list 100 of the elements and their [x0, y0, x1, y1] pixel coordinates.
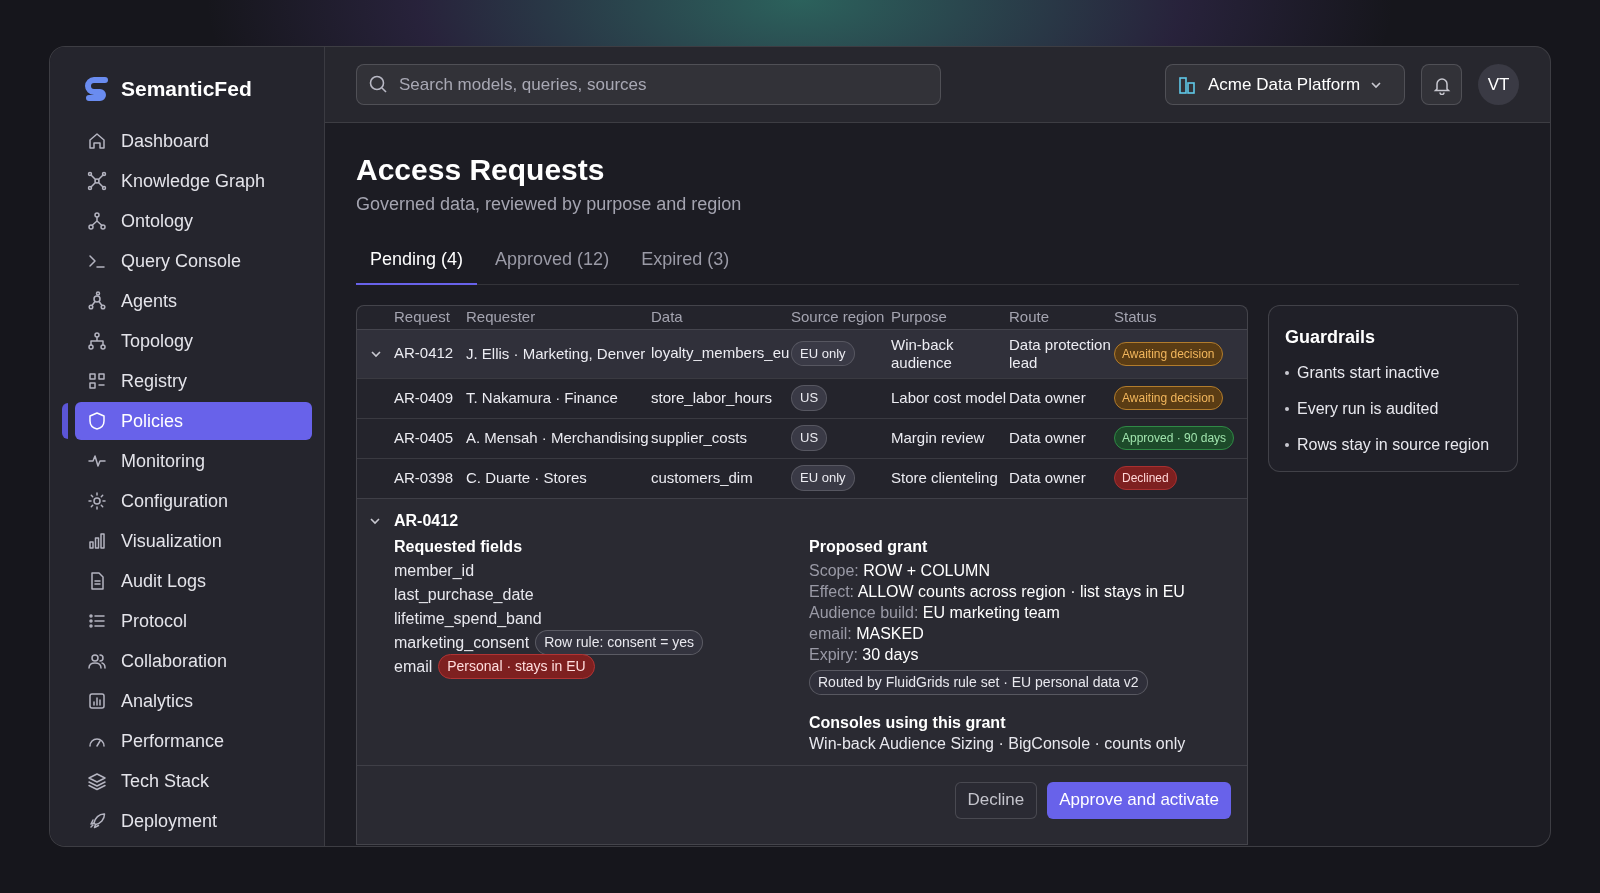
- home-icon: [87, 131, 107, 151]
- detail-toggle[interactable]: AR-0412: [357, 508, 459, 533]
- section-title: Proposed grant: [809, 536, 929, 557]
- sidebar-item[interactable]: Ontology: [75, 202, 312, 240]
- sidebar-item[interactable]: Visualization: [75, 522, 312, 560]
- column-header: Source region: [791, 307, 886, 327]
- table-cell-text: J. Ellis · Marketing, Denver: [466, 344, 647, 363]
- shield-icon: [87, 411, 107, 431]
- sidebar-item[interactable]: Performance: [75, 722, 312, 760]
- grant-detail: Effect: ALLOW counts across region · list stays in EU: [809, 581, 1186, 601]
- search-icon: [368, 74, 388, 94]
- sidebar-item[interactable]: Protocol: [75, 602, 312, 640]
- sidebar-item[interactable]: Analytics: [75, 682, 312, 720]
- field-name: lifetime_spend_band: [394, 608, 542, 629]
- card-title: Guardrails: [1285, 326, 1377, 349]
- network-icon: [87, 291, 107, 311]
- consoles-text: Win-back Audience Sizing · BigConsole · counts only: [809, 733, 1186, 753]
- section-title: Consoles using this grant: [809, 712, 1007, 732]
- hierarchy-icon: [87, 211, 107, 231]
- column-header: Status: [1114, 307, 1158, 327]
- table-cell-text: loyalty_members_eu: [651, 343, 791, 364]
- field-name: member_id: [394, 560, 475, 581]
- sidebar-item[interactable]: Knowledge Graph: [75, 162, 312, 200]
- rocket-icon: [87, 811, 107, 831]
- sidebar-item[interactable]: Collaboration: [75, 642, 312, 680]
- sidebar-item[interactable]: Configuration: [75, 482, 312, 520]
- sidebar-item[interactable]: Monitoring: [75, 442, 312, 480]
- table-cell-text: Store clienteling: [891, 469, 999, 487]
- table-row[interactable]: AR-0398 C. Duarte · Stores customers_dim EU only Store clienteling Data owner Declined: [357, 457, 1247, 498]
- brand-name: SemanticFed: [121, 76, 252, 103]
- building-icon: [1178, 74, 1198, 95]
- page-subtitle: Governed data, reviewed by purpose and region: [356, 193, 743, 216]
- table-row[interactable]: AR-0409 T. Nakamura · Finance store_labor_hours US Labor cost model Data owner Awaiting decision: [357, 377, 1247, 418]
- notifications-button[interactable]: [1421, 64, 1462, 105]
- guardrail-item: Grants start inactive: [1297, 363, 1440, 383]
- region-tag: EU only: [791, 340, 855, 367]
- grant-detail: email: MASKED: [809, 623, 925, 643]
- sidebar-item[interactable]: Deployment: [75, 802, 312, 840]
- user-avatar[interactable]: VT: [1478, 64, 1519, 105]
- table-cell-text: C. Duarte · Stores: [466, 469, 588, 487]
- sidebar-item[interactable]: Policies: [75, 402, 312, 440]
- list-icon: [87, 611, 107, 631]
- sidebar-item[interactable]: Audit Logs: [75, 562, 312, 600]
- table-cell-text: AR-0405: [394, 427, 455, 448]
- column-header: Data: [651, 307, 684, 327]
- guardrail-item: Rows stay in source region: [1297, 435, 1490, 455]
- tab[interactable]: Pending (4): [356, 246, 478, 285]
- chart-frame-icon: [87, 691, 107, 711]
- section-title: Requested fields: [394, 536, 524, 557]
- bullet-icon: [1285, 443, 1289, 447]
- table-cell-text: AR-0409: [394, 387, 455, 408]
- workspace-selector[interactable]: Acme Data Platform: [1165, 64, 1405, 105]
- grant-detail: Audience build: EU marketing team: [809, 602, 1061, 622]
- hierarchy-icon: [87, 331, 107, 351]
- status-badge: Declined: [1114, 466, 1177, 490]
- logo-icon: [83, 75, 111, 103]
- table-cell-text: AR-0398: [394, 467, 455, 488]
- table-cell-text: AR-0412: [394, 343, 455, 364]
- grant-detail: Scope: ROW + COLUMN: [809, 560, 991, 580]
- guardrail-item: Every run is audited: [1297, 399, 1439, 419]
- status-badge: Awaiting decision: [1114, 386, 1223, 410]
- grant-detail: Expiry: 30 days: [809, 644, 920, 664]
- column-header: Route: [1009, 307, 1051, 327]
- bar-chart-icon: [87, 531, 107, 551]
- table-cell-text: Data owner: [1009, 469, 1087, 487]
- approve-button[interactable]: Approve and activate: [1047, 781, 1231, 819]
- sidebar-item[interactable]: Dashboard: [75, 122, 312, 160]
- tab[interactable]: Expired (3): [627, 246, 744, 285]
- tab[interactable]: Approved (12): [481, 246, 624, 285]
- layers-icon: [87, 771, 107, 791]
- column-header: Purpose: [891, 307, 948, 327]
- sidebar-item[interactable]: Registry: [75, 362, 312, 400]
- table-cell-text: Data owner: [1009, 389, 1087, 407]
- sidebar-item[interactable]: Agents: [75, 282, 312, 320]
- table-cell-text: Labor cost model: [891, 389, 1008, 407]
- column-header: Request: [394, 307, 451, 327]
- graph-icon: [87, 171, 107, 191]
- table-cell-text: customers_dim: [651, 467, 754, 488]
- field-name: last_purchase_date: [394, 584, 534, 605]
- bullet-icon: [1285, 371, 1289, 375]
- field-tag: Personal · stays in EU: [438, 654, 595, 679]
- grid-icon: [87, 371, 107, 391]
- table-cell-text: T. Nakamura · Finance: [466, 389, 619, 407]
- users-icon: [87, 651, 107, 671]
- region-tag: US: [791, 385, 828, 411]
- sidebar-item[interactable]: Query Console: [75, 242, 312, 280]
- page-title: Access Requests: [356, 152, 606, 188]
- table-cell-text: Data owner: [1009, 429, 1087, 447]
- table-row[interactable]: AR-0405 A. Mensah · Merchandising supplier_costs US Margin review Data owner Approved · 90 days: [357, 417, 1247, 458]
- region-tag: US: [791, 425, 828, 451]
- sidebar-item[interactable]: Topology: [75, 322, 312, 360]
- sidebar-item[interactable]: Tech Stack: [75, 762, 312, 800]
- table-cell-text: supplier_costs: [651, 427, 748, 448]
- settings-icon: [87, 491, 107, 511]
- status-badge: Awaiting decision: [1114, 341, 1223, 366]
- field-tag: Row rule: consent = yes: [535, 630, 703, 655]
- table-cell-text: Margin review: [891, 429, 986, 447]
- decline-button[interactable]: Decline: [954, 781, 1038, 819]
- table-cell-text: A. Mensah · Merchandising: [466, 429, 650, 447]
- table-cell-text: store_labor_hours: [651, 387, 773, 408]
